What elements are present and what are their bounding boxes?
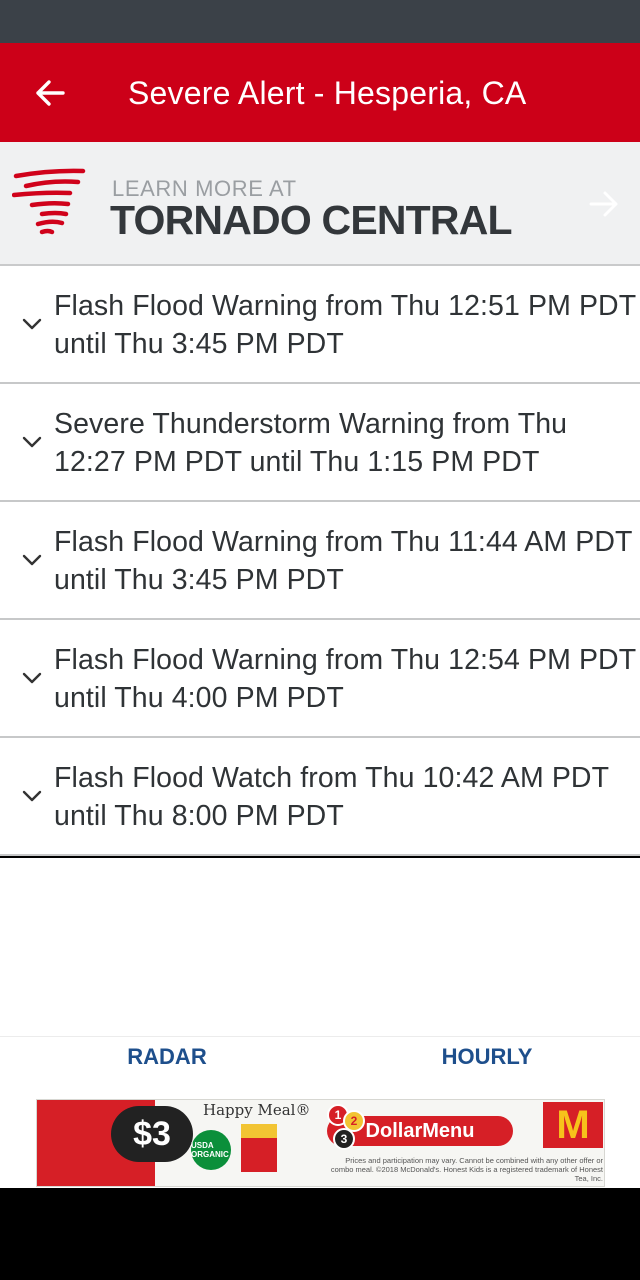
chevron-down-icon <box>22 672 42 684</box>
alert-text: Flash Flood Warning from Thu 12:54 PM PD… <box>54 644 636 714</box>
promo-arrow-button[interactable] <box>584 186 624 222</box>
alert-item[interactable]: Severe Thunderstorm Warning from Thu 12:… <box>0 384 640 502</box>
mcdonalds-logo: M <box>543 1102 603 1148</box>
chevron-down-icon <box>22 436 42 448</box>
chevron-down-icon <box>22 790 42 802</box>
page-title: Severe Alert - Hesperia, CA <box>128 75 527 111</box>
usda-organic-icon: USDA ORGANIC <box>191 1130 231 1170</box>
alert-item[interactable]: Flash Flood Watch from Thu 10:42 AM PDT … <box>0 738 640 856</box>
tab-hourly[interactable]: HOURLY <box>406 1037 568 1077</box>
alert-text: Flash Flood Watch from Thu 10:42 AM PDT … <box>54 762 609 832</box>
alert-item[interactable]: Flash Flood Warning from Thu 12:54 PM PD… <box>0 620 640 738</box>
ad-area: $3 Happy Meal® USDA ORGANIC DollarMenu 1… <box>0 1098 640 1188</box>
app-bar: Severe Alert - Hesperia, CA <box>0 43 640 142</box>
tornado-central-promo[interactable]: LEARN MORE AT TORNADO CENTRAL <box>0 142 640 266</box>
ad-happy-meal-label: Happy Meal® <box>203 1101 311 1119</box>
tab-radar[interactable]: RADAR <box>86 1037 248 1077</box>
tornado-central-title: TORNADO CENTRAL <box>110 197 513 243</box>
ad-badge-3: 3 <box>333 1128 355 1150</box>
ad-banner[interactable]: $3 Happy Meal® USDA ORGANIC DollarMenu 1… <box>36 1099 605 1187</box>
arrow-left-icon <box>36 80 65 106</box>
alert-text: Flash Flood Warning from Thu 11:44 AM PD… <box>54 526 633 596</box>
alert-item[interactable]: Flash Flood Warning from Thu 12:51 PM PD… <box>0 266 640 384</box>
back-button[interactable] <box>22 69 78 117</box>
alert-list: Flash Flood Warning from Thu 12:51 PM PD… <box>0 266 640 856</box>
alert-item[interactable]: Flash Flood Warning from Thu 11:44 AM PD… <box>0 502 640 620</box>
tornado-icon <box>12 168 86 235</box>
content-blank-area <box>0 858 640 1036</box>
ad-price: $3 <box>111 1106 193 1162</box>
alert-text: Flash Flood Warning from Thu 12:51 PM PD… <box>54 290 636 360</box>
chevron-down-icon <box>22 554 42 566</box>
system-nav-bar <box>0 1188 640 1280</box>
fries-image <box>241 1124 277 1172</box>
chevron-down-icon <box>22 318 42 330</box>
ad-fine-print: Prices and participation may vary. Canno… <box>330 1156 603 1183</box>
alert-text: Severe Thunderstorm Warning from Thu 12:… <box>54 408 568 478</box>
arrow-right-icon <box>589 191 618 217</box>
bottom-tabs: RADAR HOURLY <box>0 1036 640 1098</box>
status-bar <box>0 0 640 43</box>
